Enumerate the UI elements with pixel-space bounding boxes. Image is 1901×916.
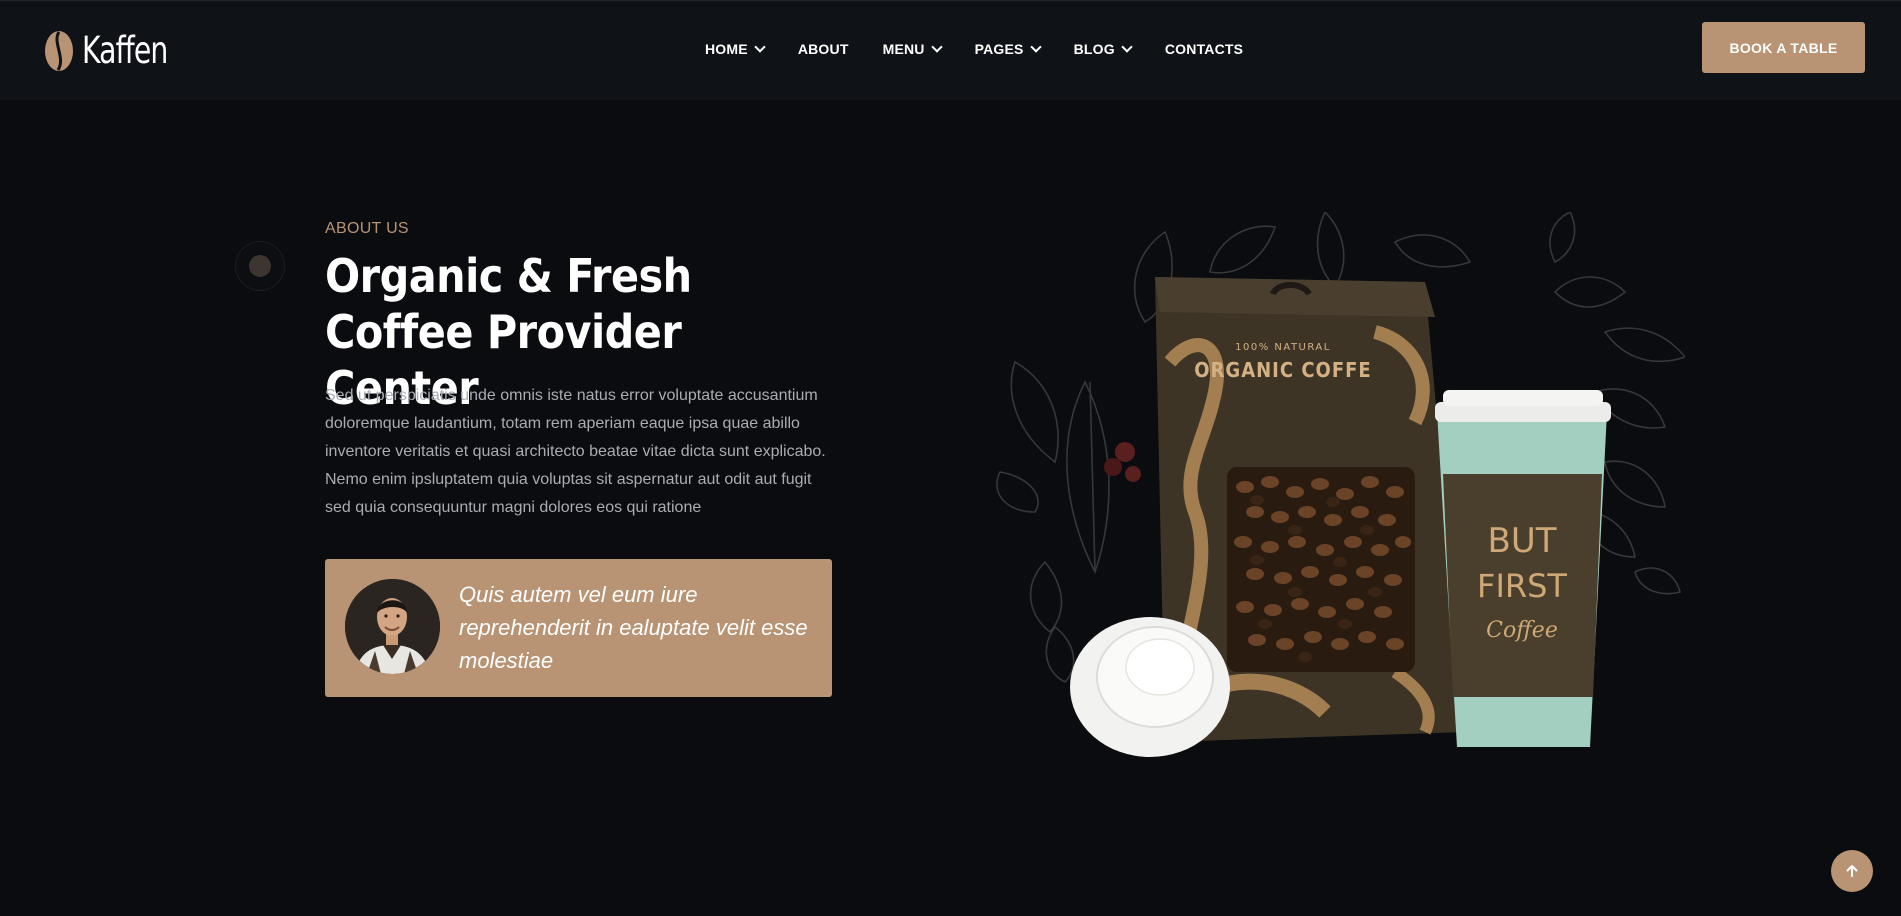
svg-text:100% NATURAL: 100% NATURAL [1235,342,1331,353]
site-header: Kaffen HOME ABOUT MENU PAGES BLOG CONTAC… [0,0,1901,100]
svg-text:Coffee: Coffee [1486,618,1558,643]
avatar [345,579,440,674]
nav-item-about[interactable]: ABOUT [798,41,849,57]
book-table-button[interactable]: BOOK A TABLE [1702,22,1865,73]
brand-name: Kaffen [82,29,168,72]
coffee-product-illustration: 100% NATURAL ORGANIC COFFE BUT FIRST Cof… [996,210,1687,757]
section-description: Sed ut perspiciatis unde omnis iste natu… [325,387,826,516]
nav-label: ABOUT [797,41,849,57]
quote-card: Quis autem vel eum iure reprehenderit in… [325,559,832,697]
chevron-down-icon [754,40,766,53]
brand-logo[interactable]: Kaffen [44,29,183,72]
person-portrait-icon [345,579,440,674]
chevron-down-icon [1029,40,1042,53]
svg-text:FIRST: FIRST [1477,567,1567,605]
decorative-dot-inner [249,255,271,277]
nav-label: CONTACTS [1164,41,1244,57]
decorative-dot [235,241,285,291]
quote-text: Quis autem vel eum iure reprehenderit in… [459,582,808,673]
arrow-up-icon [1846,865,1858,877]
chevron-down-icon [930,40,943,53]
product-image: 100% NATURAL ORGANIC COFFE BUT FIRST Cof… [995,210,1687,772]
nav-item-contacts[interactable]: CONTACTS [1165,41,1243,57]
section-tag: ABOUT US [325,220,409,237]
nav-label: BLOG [1073,41,1115,57]
main-nav: HOME ABOUT MENU PAGES BLOG CONTACTS [705,40,1277,57]
scroll-to-top-button[interactable] [1831,850,1873,892]
nav-item-pages[interactable]: PAGES [974,40,1042,57]
nav-item-blog[interactable]: BLOG [1073,40,1133,57]
chevron-down-icon [1121,40,1133,53]
coffee-bean-icon [45,30,73,71]
svg-text:ORGANIC COFFE: ORGANIC COFFE [1194,358,1371,382]
nav-label: PAGES [974,41,1024,57]
nav-item-menu[interactable]: MENU [882,40,943,57]
nav-label: MENU [882,41,925,57]
nav-item-home[interactable]: HOME [705,40,766,57]
svg-text:BUT: BUT [1488,521,1557,561]
nav-label: HOME [705,41,748,57]
